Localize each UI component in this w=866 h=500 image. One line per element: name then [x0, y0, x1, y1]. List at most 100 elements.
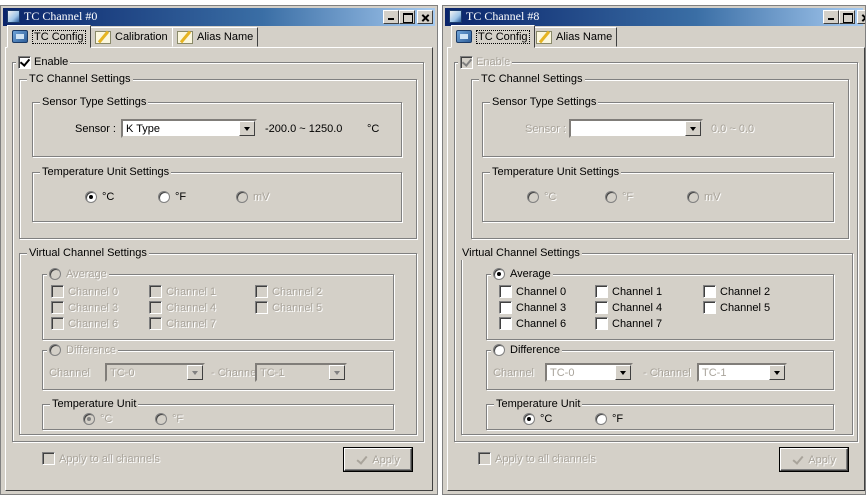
virtual-unit-celsius-radio[interactable]: °C	[83, 413, 112, 425]
average-radio[interactable]: Average	[491, 267, 553, 281]
average-channel-5-checkbox[interactable]: Channel 5	[703, 301, 770, 314]
average-channel-6-checkbox[interactable]: Channel 6	[499, 317, 566, 330]
pencil-icon	[177, 30, 193, 44]
maximize-button[interactable]	[839, 10, 855, 24]
average-channel-1-checkbox[interactable]: Channel 1	[149, 285, 216, 298]
sensor-type-legend: Sensor Type Settings	[490, 95, 599, 109]
tab-calibration[interactable]: Calibration	[90, 27, 173, 47]
unit-mv-radio[interactable]: mV	[687, 191, 721, 203]
checkmark-icon	[792, 454, 804, 466]
chevron-down-icon[interactable]	[769, 365, 785, 380]
average-channel-0-checkbox[interactable]: Channel 0	[51, 285, 118, 298]
enable-checkbox[interactable]: Enable	[16, 55, 71, 69]
average-channel-7-checkbox[interactable]: Channel 7	[149, 317, 216, 330]
network-icon	[456, 30, 472, 43]
tab-alias-name[interactable]: Alias Name	[531, 27, 618, 47]
enable-group: Enable TC Channel Settings Sensor Type S…	[12, 55, 424, 442]
average-group: Average Channel 0 Channel 1 Channel 2 Ch…	[42, 267, 394, 340]
window-title: TC Channel #0	[24, 9, 98, 23]
average-channel-3-checkbox[interactable]: Channel 3	[499, 301, 566, 314]
average-channel-4-checkbox[interactable]: Channel 4	[595, 301, 662, 314]
virtual-channel-settings-group: Virtual Channel Settings Average Channel…	[460, 246, 853, 435]
sensor-range: -200.0 ~ 1250.0	[265, 123, 343, 135]
average-channel-0-checkbox[interactable]: Channel 0	[499, 285, 566, 298]
apply-to-all-channels-checkbox[interactable]: Apply to all channels	[42, 452, 160, 465]
average-channel-2-checkbox[interactable]: Channel 2	[703, 285, 770, 298]
virtual-temperature-unit-group: Temperature Unit °C °F	[42, 397, 394, 430]
tc-config-panel: Enable TC Channel Settings Sensor Type S…	[447, 47, 865, 491]
unit-fahrenheit-radio[interactable]: °F	[605, 191, 633, 203]
virtual-channel-settings-group: Virtual Channel Settings Average Channel…	[19, 246, 417, 435]
difference-channel-b-select[interactable]: TC-1	[697, 363, 787, 382]
difference-radio[interactable]: Difference	[491, 343, 562, 357]
tc-channel-8-window: TC Channel #8 TC Config Alias Name Enabl…	[442, 5, 866, 495]
difference-minus-channel-label: - Channel	[211, 367, 259, 379]
virtual-channel-settings-legend: Virtual Channel Settings	[27, 246, 149, 260]
enable-checkbox[interactable]: Enable	[458, 55, 513, 69]
difference-channel-a-select[interactable]: TC-0	[545, 363, 633, 382]
virtual-unit-celsius-radio[interactable]: °C	[523, 413, 552, 425]
title-bar[interactable]: TC Channel #8	[445, 8, 865, 26]
checkmark-icon	[356, 454, 368, 466]
chevron-down-icon[interactable]	[239, 121, 255, 136]
minimize-button[interactable]	[823, 10, 839, 24]
average-channel-5-checkbox[interactable]: Channel 5	[255, 301, 322, 314]
unit-mv-radio[interactable]: mV	[236, 191, 270, 203]
virtual-temperature-unit-legend: Temperature Unit	[50, 397, 139, 411]
tab-tc-config[interactable]: TC Config	[7, 25, 91, 48]
tab-tc-config[interactable]: TC Config	[451, 25, 535, 48]
chevron-down-icon[interactable]	[685, 121, 701, 136]
maximize-button[interactable]	[399, 10, 415, 24]
chevron-down-icon[interactable]	[187, 365, 203, 380]
average-channel-2-checkbox[interactable]: Channel 2	[255, 285, 322, 298]
unit-celsius-radio[interactable]: °C	[85, 191, 114, 203]
enable-check[interactable]	[18, 55, 31, 69]
tc-channel-settings-group: TC Channel Settings Sensor Type Settings…	[471, 72, 849, 239]
average-radio[interactable]: Average	[47, 267, 109, 281]
window-title: TC Channel #8	[466, 9, 540, 23]
sensor-label: Sensor :	[525, 123, 566, 135]
sensor-type-select[interactable]	[569, 119, 703, 138]
difference-minus-channel-label: - Channel	[643, 367, 691, 379]
tc-config-panel: Enable TC Channel Settings Sensor Type S…	[5, 47, 433, 491]
virtual-unit-fahrenheit-radio[interactable]: °F	[155, 413, 183, 425]
unit-fahrenheit-radio[interactable]: °F	[158, 191, 186, 203]
sensor-label: Sensor :	[75, 123, 116, 135]
tc-channel-settings-group: TC Channel Settings Sensor Type Settings…	[19, 72, 417, 239]
average-channel-6-checkbox[interactable]: Channel 6	[51, 317, 118, 330]
tab-alias-name[interactable]: Alias Name	[172, 27, 259, 47]
unit-celsius-radio[interactable]: °C	[527, 191, 556, 203]
average-channel-4-checkbox[interactable]: Channel 4	[149, 301, 216, 314]
sensor-type-legend: Sensor Type Settings	[40, 95, 149, 109]
average-channel-1-checkbox[interactable]: Channel 1	[595, 285, 662, 298]
apply-button[interactable]: Apply	[344, 448, 412, 471]
apply-button[interactable]: Apply	[780, 448, 848, 471]
network-icon	[12, 30, 28, 43]
difference-channel-label: Channel	[493, 367, 534, 379]
average-channel-3-checkbox[interactable]: Channel 3	[51, 301, 118, 314]
chevron-down-icon[interactable]	[329, 365, 345, 380]
virtual-unit-fahrenheit-radio[interactable]: °F	[595, 413, 623, 425]
difference-channel-a-select[interactable]: TC-0	[105, 363, 205, 382]
apply-to-all-channels-checkbox[interactable]: Apply to all channels	[478, 452, 596, 465]
difference-channel-label: Channel	[49, 367, 90, 379]
enable-check[interactable]	[460, 55, 473, 69]
temperature-unit-settings-group: Temperature Unit Settings °C °F mV	[32, 165, 402, 222]
virtual-temperature-unit-legend: Temperature Unit	[494, 397, 583, 411]
pencil-icon	[536, 30, 552, 44]
average-channel-7-checkbox[interactable]: Channel 7	[595, 317, 662, 330]
minimize-button[interactable]	[383, 10, 399, 24]
pencil-icon	[95, 30, 111, 44]
title-bar[interactable]: TC Channel #0	[3, 8, 435, 26]
close-button[interactable]	[857, 10, 865, 24]
difference-group: Difference Channel TC-0 - Channel TC-1	[486, 343, 834, 390]
sensor-type-select[interactable]: K Type	[121, 119, 257, 138]
close-button[interactable]	[417, 10, 433, 24]
temperature-unit-settings-legend: Temperature Unit Settings	[490, 165, 622, 179]
difference-channel-b-select[interactable]: TC-1	[255, 363, 347, 382]
sensor-unit: °C	[367, 123, 380, 135]
chevron-down-icon[interactable]	[615, 365, 631, 380]
virtual-channel-settings-legend: Virtual Channel Settings	[460, 246, 582, 260]
difference-radio[interactable]: Difference	[47, 343, 118, 357]
tc-channel-settings-legend: TC Channel Settings	[479, 72, 585, 86]
